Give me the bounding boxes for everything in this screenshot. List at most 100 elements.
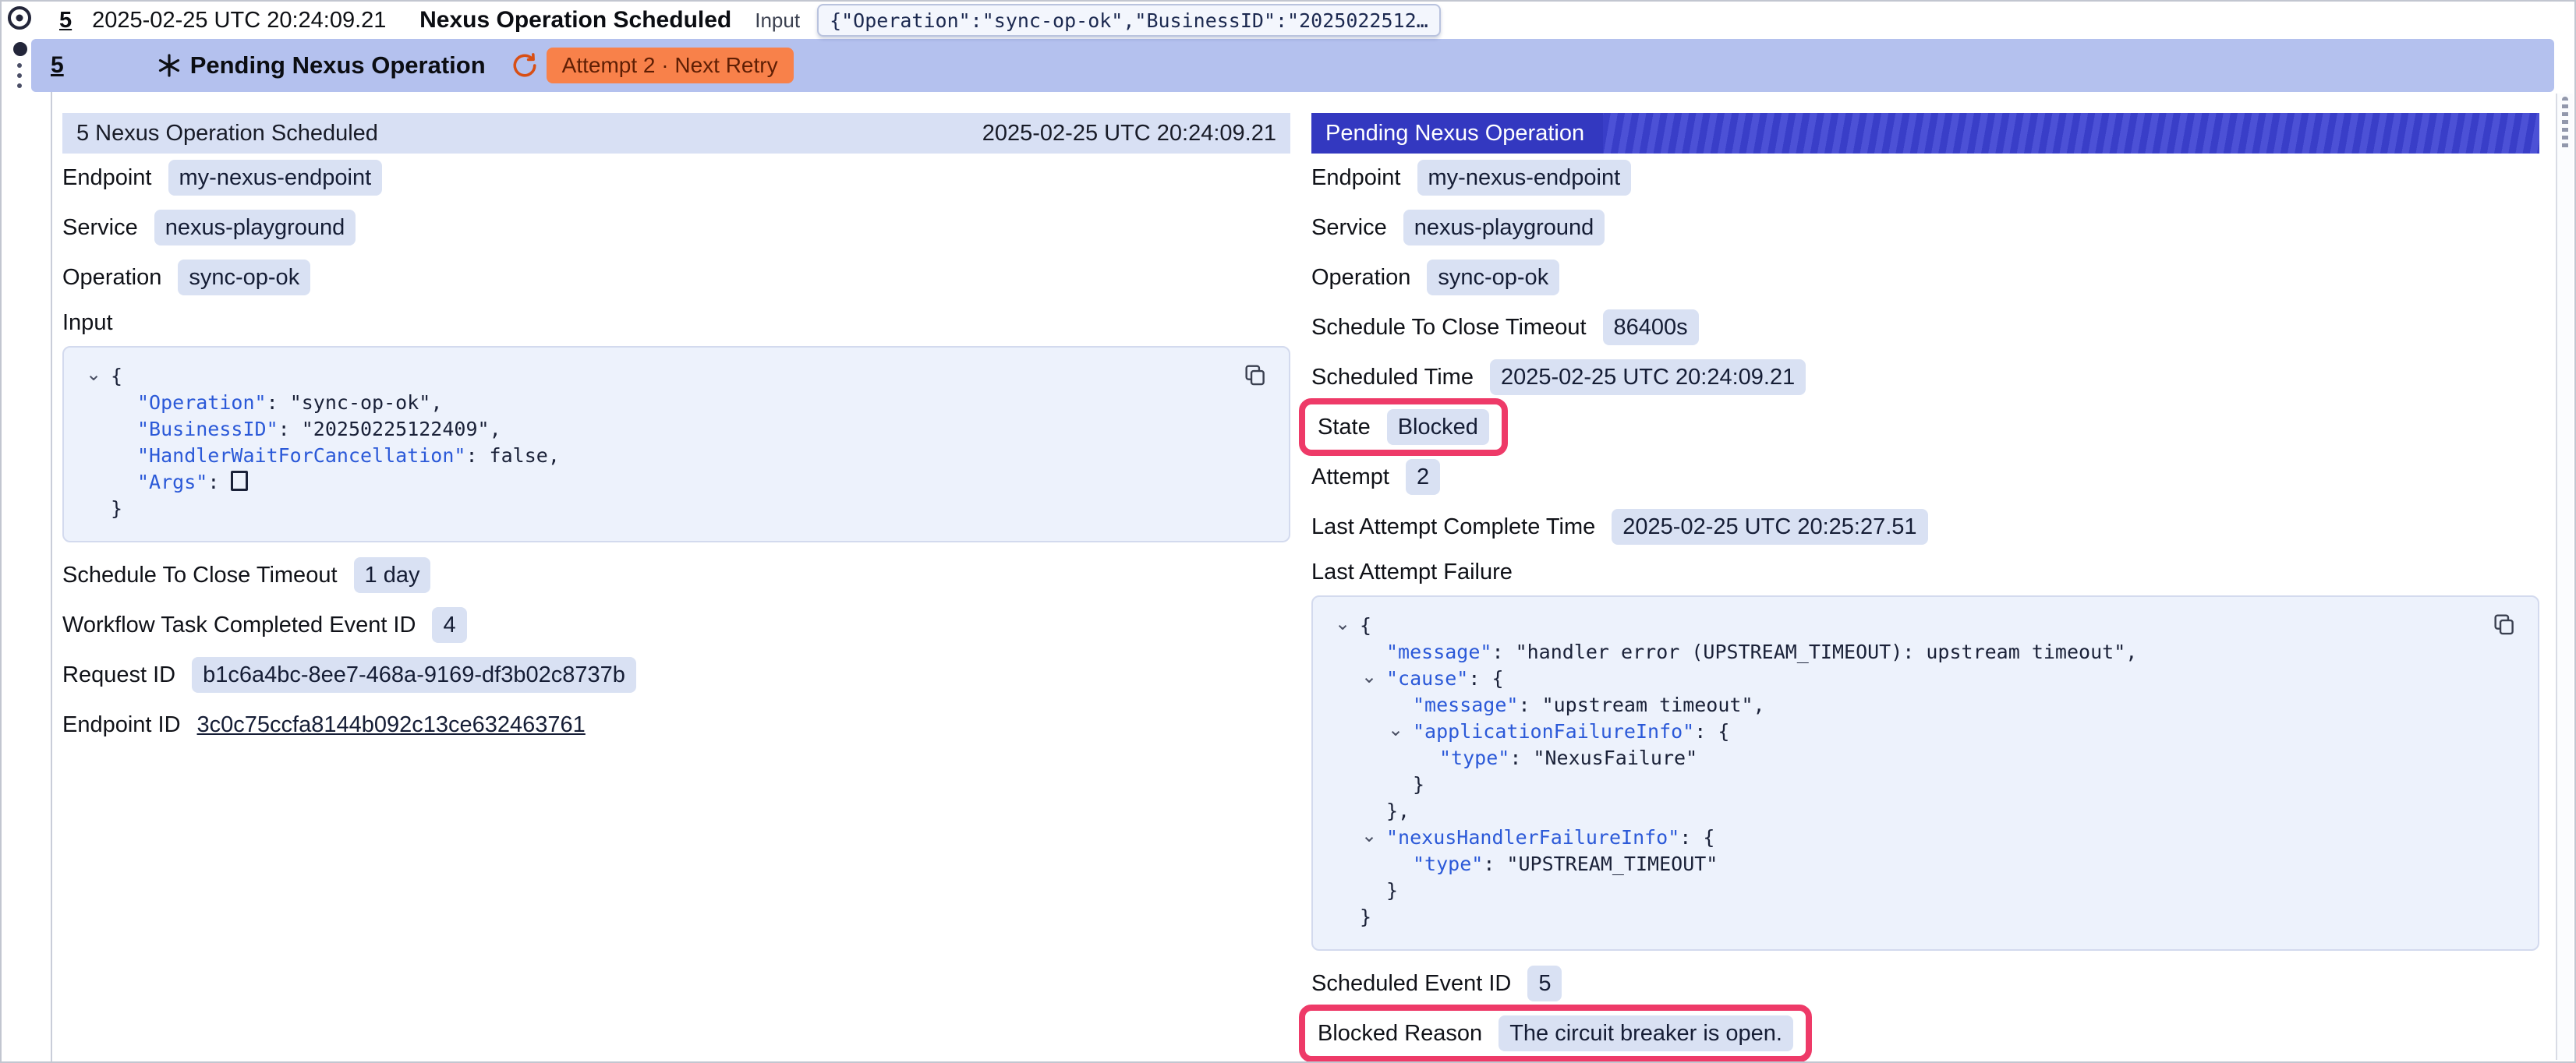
json-token: : xyxy=(1694,720,1718,743)
field-row-scheduled-time: Scheduled Time2025-02-25 UTC 20:24:09.21 xyxy=(1311,358,2539,396)
json-token: "20250225122409" xyxy=(302,418,490,440)
collapse-chevron-icon[interactable]: ⌄ xyxy=(86,362,101,388)
json-token: : xyxy=(1483,853,1506,875)
json-token: } xyxy=(111,497,122,520)
field-row-attempt: Attempt2 xyxy=(1311,458,2539,496)
json-token: "UPSTREAM_TIMEOUT" xyxy=(1506,853,1718,875)
scheduled-panel-title: 5 Nexus Operation Scheduled xyxy=(76,121,378,147)
code-line: } xyxy=(1313,878,2468,904)
collapse-chevron-icon[interactable]: ⌄ xyxy=(1361,664,1377,690)
field-value-endpoint-id[interactable]: 3c0c75ccfa8144b092c13ce632463761 xyxy=(197,712,586,738)
code-line: "BusinessID": "20250225122409", xyxy=(64,416,1219,443)
collapse-chevron-icon[interactable]: ⌄ xyxy=(1361,823,1377,849)
pending-event-title: Pending Nexus Operation xyxy=(190,51,486,79)
code-line: ⌄"nexusHandlerFailureInfo": { xyxy=(1313,825,2468,851)
event-row-pending[interactable]: 5 Pending Nexus Operation Attempt 2 · Ne… xyxy=(31,39,2554,92)
code-line: ⌄"cause": { xyxy=(1313,666,2468,692)
event-title: Nexus Operation Scheduled xyxy=(419,7,731,34)
field-row-schedule-to-close-timeout: Schedule To Close Timeout1 day xyxy=(62,556,1290,594)
failure-json-viewer: ⌄{"message": "handler error (UPSTREAM_TI… xyxy=(1311,595,2539,951)
retry-icon xyxy=(511,51,539,79)
event-timeline-gutter xyxy=(2,2,51,126)
json-key: "HandlerWaitForCancellation" xyxy=(137,444,465,467)
json-key: "type" xyxy=(1439,747,1509,769)
input-json-viewer: ⌄{"Operation": "sync-op-ok","BusinessID"… xyxy=(62,346,1290,542)
collapse-chevron-icon[interactable]: ⌄ xyxy=(1335,611,1350,637)
event-id-link[interactable]: 5 xyxy=(59,8,72,34)
field-value-service: nexus-playground xyxy=(1403,210,1605,245)
json-key: "applicationFailureInfo" xyxy=(1413,720,1694,743)
code-line: ⌄{ xyxy=(1313,613,2468,639)
field-value-workflow-task-completed-event-id: 4 xyxy=(432,607,466,643)
field-label-operation: Operation xyxy=(62,265,161,291)
json-key: "BusinessID" xyxy=(137,418,278,440)
code-line: "HandlerWaitForCancellation": false, xyxy=(64,443,1219,469)
json-token: } xyxy=(1413,773,1424,796)
field-value-operation: sync-op-ok xyxy=(178,260,310,295)
json-token: { xyxy=(1360,614,1371,637)
pending-panel-header: Pending Nexus Operation xyxy=(1311,113,2539,154)
temporal-event-history-view: 5 2025-02-25 UTC 20:24:09.21 Nexus Opera… xyxy=(0,0,2576,1063)
json-token: , xyxy=(2125,641,2137,663)
field-row-operation: Operation sync-op-ok xyxy=(1311,259,2539,296)
field-row-service: Servicenexus-playground xyxy=(1311,209,2539,246)
field-value-attempt: 2 xyxy=(1406,459,1440,495)
field-row-endpoint-id: Endpoint ID3c0c75ccfa8144b092c13ce632463… xyxy=(62,706,1290,743)
field-value-schedule-to-close-timeout: 86400s xyxy=(1603,309,1699,345)
pending-operation-panel: Pending Nexus Operation Endpointmy-nexus… xyxy=(1311,113,2539,1063)
field-value-request-id: b1c6a4bc-8ee7-468a-9169-df3b02c8737b xyxy=(192,657,636,693)
json-token: "NexusFailure" xyxy=(1533,747,1697,769)
annotation-highlight-box: StateBlocked xyxy=(1299,398,1508,456)
code-line: "type": "NexusFailure" xyxy=(1313,745,2468,772)
json-token: : xyxy=(465,444,489,467)
collapse-chevron-icon[interactable]: ⌄ xyxy=(1388,717,1403,743)
code-line: "message": "upstream timeout", xyxy=(1313,692,2468,719)
json-key: "nexusHandlerFailureInfo" xyxy=(1386,826,1679,849)
pending-asterisk-icon xyxy=(156,52,182,79)
event-id-link[interactable]: 5 xyxy=(51,52,64,79)
field-value-operation: sync-op-ok xyxy=(1427,260,1559,295)
json-token: : xyxy=(207,471,231,493)
json-token: : xyxy=(1679,826,1703,849)
vertical-scrollbar[interactable] xyxy=(2556,94,2573,1060)
input-preview-label: Input xyxy=(755,9,800,33)
field-label-scheduled-time: Scheduled Time xyxy=(1311,365,1474,390)
json-token: : xyxy=(1518,694,1541,716)
failure-section-label: Last Attempt Failure xyxy=(1311,558,2539,586)
field-value-endpoint: my-nexus-endpoint xyxy=(1417,160,1632,196)
code-line: ⌄"applicationFailureInfo": { xyxy=(1313,719,2468,745)
field-label-last-attempt-complete-time: Last Attempt Complete Time xyxy=(1311,514,1595,540)
field-label-workflow-task-completed-event-id: Workflow Task Completed Event ID xyxy=(62,613,416,638)
input-preview-badge[interactable]: {"Operation":"sync-op-ok","BusinessID":"… xyxy=(817,4,1441,37)
copy-icon[interactable] xyxy=(2491,611,2518,637)
json-key: "message" xyxy=(1413,694,1518,716)
json-token: } xyxy=(1360,906,1371,928)
field-label-service: Service xyxy=(62,215,138,241)
json-token: , xyxy=(430,391,442,414)
event-timestamp: 2025-02-25 UTC 20:24:09.21 xyxy=(92,8,402,34)
empty-array-icon xyxy=(231,471,248,491)
field-row-schedule-to-close-timeout: Schedule To Close Timeout 86400s xyxy=(1311,309,2539,346)
copy-icon[interactable] xyxy=(1242,362,1269,388)
json-token: , xyxy=(490,418,501,440)
event-row-scheduled[interactable]: 5 2025-02-25 UTC 20:24:09.21 Nexus Opera… xyxy=(2,2,2574,39)
field-row-last-attempt-complete-time: Last Attempt Complete Time 2025-02-25 UTC… xyxy=(1311,508,2539,546)
json-token: , xyxy=(548,444,560,467)
field-value-last-attempt-complete-time: 2025-02-25 UTC 20:25:27.51 xyxy=(1612,509,1927,545)
code-line: } xyxy=(1313,904,2468,931)
field-value-state: Blocked xyxy=(1387,409,1489,445)
code-line: } xyxy=(64,496,1219,522)
field-row-scheduled-event-id: Scheduled Event ID5 xyxy=(1311,965,2539,1002)
field-value-schedule-to-close-timeout: 1 day xyxy=(354,557,431,593)
code-line: }, xyxy=(1313,798,2468,825)
field-label-operation: Operation xyxy=(1311,265,1410,291)
json-key: "message" xyxy=(1386,641,1491,663)
scrollbar-thumb[interactable] xyxy=(2562,97,2568,151)
field-label-schedule-to-close-timeout: Schedule To Close Timeout xyxy=(1311,315,1587,341)
json-token: false xyxy=(490,444,548,467)
json-token: "handler error (UPSTREAM_TIMEOUT): upstr… xyxy=(1516,641,2126,663)
json-token: "upstream timeout" xyxy=(1542,694,1753,716)
code-line: "type": "UPSTREAM_TIMEOUT" xyxy=(1313,851,2468,878)
json-key: "Operation" xyxy=(137,391,267,414)
attempt-retry-badge: Attempt 2 · Next Retry xyxy=(547,48,794,83)
